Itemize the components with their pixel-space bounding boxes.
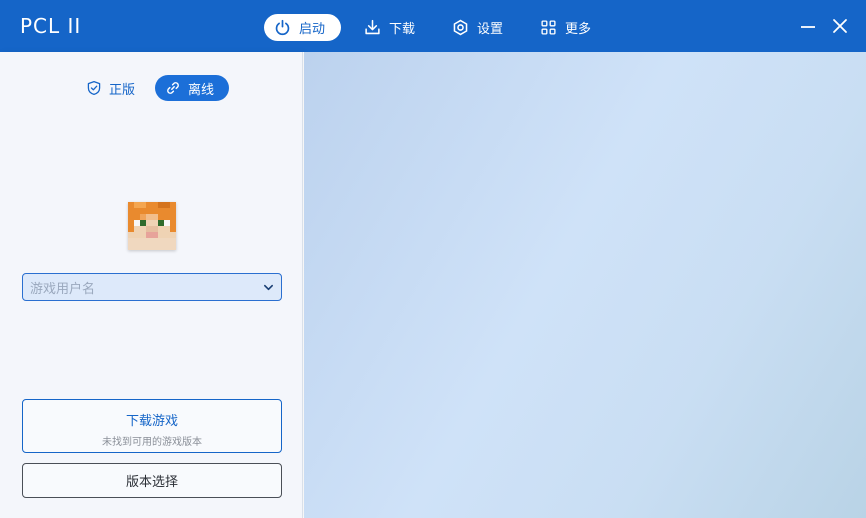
gear-icon [453,19,468,36]
grid-icon [541,20,556,35]
link-icon [167,82,179,94]
nav-download-label: 下载 [389,22,416,37]
app-title: PCL II [20,14,82,38]
download-icon [365,19,380,35]
nav-launch-label: 启动 [299,22,326,37]
close-icon[interactable] [830,16,850,36]
title-bar: PCL II 启动 下载 设置 更多 [0,0,866,52]
username-placeholder: 游戏用户名 [30,281,96,297]
minimize-icon[interactable] [798,16,818,36]
nav-settings-button[interactable]: 设置 [442,14,515,41]
chevron-down-icon[interactable] [263,282,274,293]
shield-check-icon [87,80,101,96]
version-select-button[interactable]: 版本选择 [22,463,282,498]
download-game-button[interactable]: 下载游戏 未找到可用的游戏版本 [22,399,282,453]
nav-settings-label: 设置 [477,22,504,37]
tab-official-label: 正版 [109,82,136,98]
username-combobox[interactable]: 游戏用户名 [22,273,282,301]
nav-more-label: 更多 [565,22,592,37]
tab-official[interactable]: 正版 [76,75,147,101]
version-select-label: 版本选择 [125,475,178,490]
tab-offline[interactable]: 离线 [155,75,229,101]
download-game-sublabel: 未找到可用的游戏版本 [102,437,202,448]
main-content-area [304,52,866,518]
nav-more-button[interactable]: 更多 [530,14,603,41]
download-game-label: 下载游戏 [125,414,178,429]
login-panel: 正版 离线 游戏用户名 下载游戏 未找到可用的游戏版本 版本选择 [0,52,303,518]
power-icon [275,19,290,36]
nav-launch-button[interactable]: 启动 [264,14,341,41]
nav-download-button[interactable]: 下载 [354,14,427,41]
player-avatar [128,202,176,250]
tab-offline-label: 离线 [188,82,215,98]
